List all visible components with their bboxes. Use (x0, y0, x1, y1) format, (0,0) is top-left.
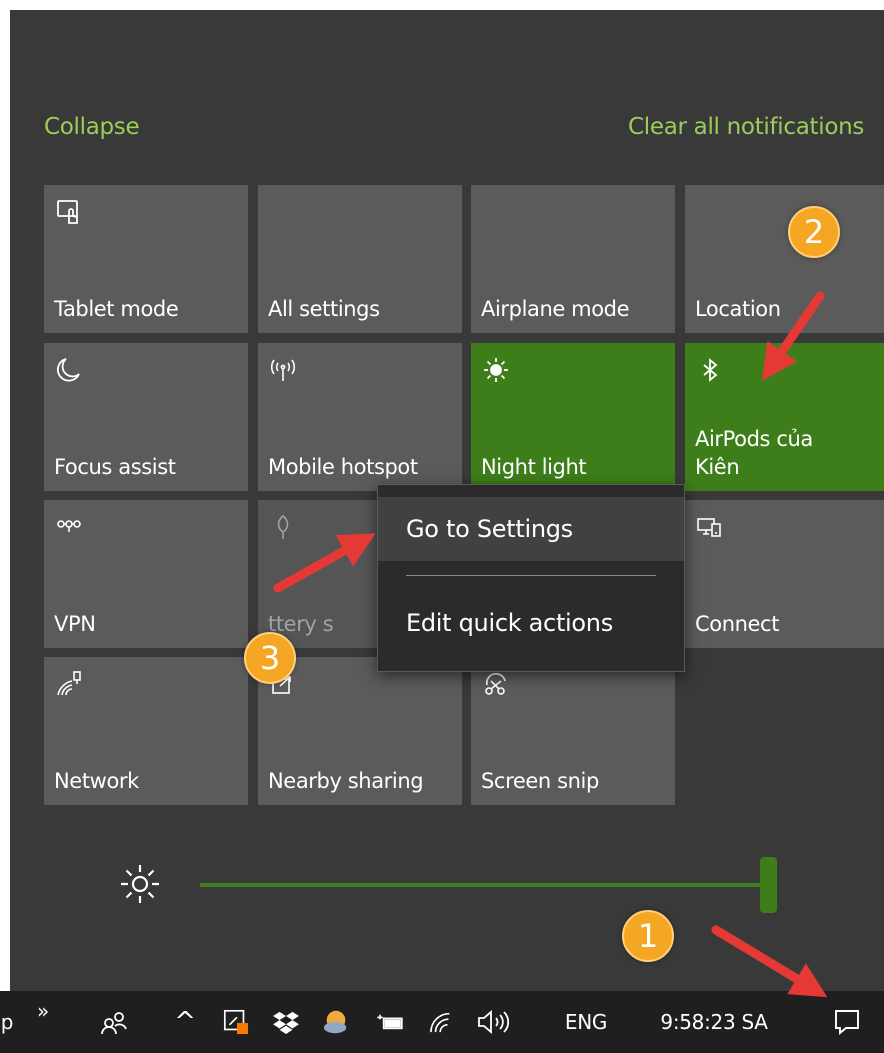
network-icon (54, 669, 84, 699)
tile-label: Location (695, 297, 781, 321)
tablet-mode-icon (54, 197, 84, 227)
brightness-slider-thumb[interactable] (760, 857, 777, 913)
screen-snip-icon (481, 669, 511, 699)
clear-all-notifications-link[interactable]: Clear all notifications (628, 114, 864, 140)
menu-separator (406, 575, 656, 576)
tile-label-line-2: Kiên (695, 455, 740, 479)
taskbar: p » ^ ENG 9:58:23 SA (0, 991, 884, 1053)
taskbar-left-fragment: p (0, 1010, 14, 1034)
tile-night-light[interactable]: Night light (471, 343, 675, 491)
bluetooth-icon (695, 355, 725, 385)
wifi-icon[interactable] (424, 991, 460, 1053)
weather-icon[interactable] (318, 991, 354, 1053)
tile-focus-assist[interactable]: Focus assist (44, 343, 248, 491)
tile-label: Focus assist (54, 455, 176, 479)
tile-nearby-sharing[interactable]: Nearby sharing (258, 657, 462, 805)
brightness-icon (118, 862, 162, 906)
context-menu: Go to Settings Edit quick actions (377, 484, 685, 672)
tile-label: Nearby sharing (268, 769, 424, 793)
tile-label: VPN (54, 612, 96, 636)
tile-location[interactable]: Location (685, 185, 884, 333)
tile-mobile-hotspot[interactable]: Mobile hotspot (258, 343, 462, 491)
people-icon[interactable] (96, 991, 132, 1053)
leaf-icon (268, 512, 298, 542)
tile-label: Tablet mode (54, 297, 179, 321)
go-to-settings-menu-item[interactable]: Go to Settings (378, 497, 684, 561)
tile-network[interactable]: Network (44, 657, 248, 805)
show-hidden-icons-button[interactable]: ^ (170, 991, 200, 1053)
battery-icon[interactable] (370, 991, 410, 1053)
hotspot-icon (268, 355, 298, 385)
connect-icon (695, 512, 725, 542)
tile-airplane-mode[interactable]: Airplane mode (471, 185, 675, 333)
tile-screen-snip[interactable]: Screen snip (471, 657, 675, 805)
volume-icon[interactable] (472, 991, 516, 1053)
dropbox-icon[interactable] (268, 991, 304, 1053)
tile-label: AirPods của Kiên (695, 425, 813, 481)
tile-label: Mobile hotspot (268, 455, 418, 479)
tile-label: Network (54, 769, 139, 793)
tile-all-settings[interactable]: All settings (258, 185, 462, 333)
collapse-link[interactable]: Collapse (44, 114, 140, 140)
tile-connect[interactable]: Connect (685, 500, 884, 648)
brightness-slider-track[interactable] (200, 883, 772, 887)
language-indicator[interactable]: ENG (554, 991, 618, 1053)
tile-label: Screen snip (481, 769, 599, 793)
tile-label: Airplane mode (481, 297, 630, 321)
tile-label: Night light (481, 455, 587, 479)
tile-bluetooth-airpods[interactable]: AirPods của Kiên (685, 343, 884, 491)
tile-label: All settings (268, 297, 380, 321)
moon-icon (54, 355, 84, 385)
taskbar-clock[interactable]: 9:58:23 SA (644, 991, 784, 1053)
taskbar-overflow-button[interactable]: » (32, 991, 54, 1053)
tile-label: Connect (695, 612, 780, 636)
annotation-badge-2: 2 (788, 206, 840, 258)
annotation-badge-1: 1 (622, 910, 674, 962)
action-center-icon[interactable] (820, 991, 874, 1053)
tile-tablet-mode[interactable]: Tablet mode (44, 185, 248, 333)
tile-vpn[interactable]: VPN (44, 500, 248, 648)
edit-quick-actions-menu-item[interactable]: Edit quick actions (378, 591, 684, 655)
annotation-badge-3: 3 (244, 632, 296, 684)
pen-workspace-icon[interactable] (218, 991, 254, 1053)
tile-label-line-1: AirPods của (695, 427, 813, 451)
sun-icon (481, 355, 511, 385)
vpn-icon (54, 512, 84, 542)
